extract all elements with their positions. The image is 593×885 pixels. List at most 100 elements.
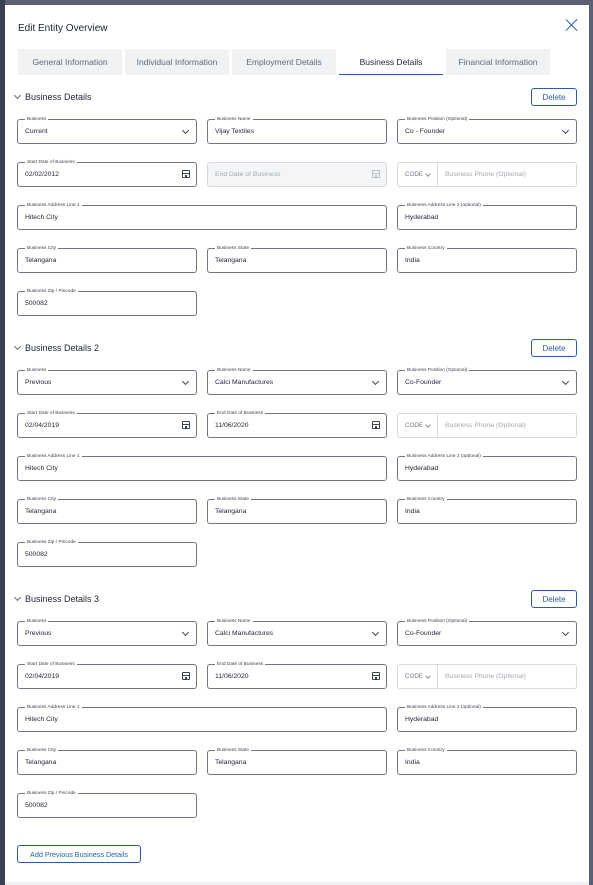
calendar-icon [372,170,380,178]
modal-header: Edit Entity Overview [5,5,589,49]
country-field[interactable]: Business Country India [397,747,577,775]
zip-field[interactable]: Business Zip / Pincode 500082 [17,539,197,567]
business-select[interactable]: Business Previous [17,367,197,395]
chevron-down-icon [425,170,431,177]
calendar-icon[interactable] [372,672,380,680]
calendar-icon[interactable] [182,421,190,429]
section-title: Business Details [25,92,92,102]
calendar-icon[interactable] [372,421,380,429]
field-placeholder: Business Phone (Optional) [445,422,526,429]
chevron-down-icon [181,377,190,386]
city-field[interactable]: Business City Telangana [17,747,197,775]
country-code-select[interactable]: CODE [398,163,438,186]
business-name-select[interactable]: Business Name Calci Manufactures [207,367,387,395]
state-field[interactable]: Business State Telangana [207,496,387,524]
start-date-field[interactable]: Start Date of Business 02/04/2019 [17,410,197,438]
tab-general-information[interactable]: General Information [18,49,122,75]
chevron-down-icon [13,91,22,100]
delete-button[interactable]: Delete [531,339,577,357]
business-name-field[interactable]: Business Name Vijay Textiles [207,116,387,144]
business-select[interactable]: Business Current [17,116,197,144]
tab-financial-information[interactable]: Financial Information [446,49,550,75]
chevron-down-icon [13,342,22,351]
section-toggle[interactable]: Business Details [13,89,92,105]
field-value: Co-Founder [405,630,442,637]
business-position-select[interactable]: Business Position (Optional) Co - Founde… [397,116,577,144]
zip-field[interactable]: Business Zip / Pincode 500082 [17,790,197,818]
business-phone-field[interactable]: CODE Business Phone (Optional) [397,664,577,689]
delete-button[interactable]: Delete [531,88,577,106]
calendar-icon[interactable] [182,672,190,680]
state-field[interactable]: Business State Telangana [207,747,387,775]
field-value: 500082 [25,300,48,307]
business-details-section: Business Details Delete Business Current… [5,88,589,319]
calendar-icon[interactable] [182,170,190,178]
state-field[interactable]: Business State Telangana [207,245,387,273]
country-code-select[interactable]: CODE [398,414,438,437]
field-label: Business Address Line 2 (optional) [405,704,483,711]
field-label: Business Zip / Pincode [25,790,78,797]
field-value: Previous [25,630,52,637]
start-date-field[interactable]: Start Date of Business 02/04/2019 [17,661,197,689]
address-line1-field[interactable]: Business Address Line 1 Hitech City [17,202,387,230]
field-value: Co-Founder [405,379,442,386]
field-label: Start Date of Business [25,159,77,166]
modal-title: Edit Entity Overview [18,23,108,34]
section-title: Business Details 2 [25,343,100,353]
field-label: Business Address Line 1 [25,202,82,209]
city-field[interactable]: Business City Telangana [17,245,197,273]
business-details-section: Business Details 2 Delete Business Previ… [5,339,589,570]
chevron-down-icon [181,126,190,135]
zip-field[interactable]: Business Zip / Pincode 500082 [17,288,197,316]
address-line1-field[interactable]: Business Address Line 1 Hitech City [17,704,387,732]
field-value: Telangana [215,257,247,264]
address-line2-field[interactable]: Business Address Line 2 (optional) Hyder… [397,453,577,481]
end-date-field[interactable]: End Date of Business 11/06/2020 [207,661,387,689]
field-value: Hyderabad [405,214,439,221]
field-value: 11/06/2020 [215,673,249,680]
field-label: Business Address Line 2 (optional) [405,202,483,209]
field-label: Start Date of Business [25,661,77,668]
field-label: Business Name [215,116,253,123]
country-field[interactable]: Business Country India [397,245,577,273]
field-label: Business Position (Optional) [405,367,470,374]
close-icon[interactable] [564,17,580,33]
tab-employment-details[interactable]: Employment Details [232,49,336,75]
field-label: Business [25,618,49,625]
end-date-field[interactable]: End Date of Business 11/06/2020 [207,410,387,438]
business-select[interactable]: Business Previous [17,618,197,646]
section-title: Business Details 3 [25,594,100,604]
field-value: Telangana [215,759,247,766]
field-label: Business [25,116,49,123]
business-name-select[interactable]: Business Name Calci Manufactures [207,618,387,646]
section-toggle[interactable]: Business Details 3 [13,591,100,607]
business-phone-field[interactable]: CODE Business Phone (Optional) [397,162,577,187]
business-details-section: Business Details 3 Delete Business Previ… [5,590,589,821]
field-label: Business Name [215,367,253,374]
field-value: Hitech City [25,716,58,723]
business-position-select[interactable]: Business Position (Optional) Co-Founder [397,367,577,395]
address-line2-field[interactable]: Business Address Line 2 (optional) Hyder… [397,704,577,732]
field-value: India [405,257,420,264]
field-label: Business Position (Optional) [405,618,470,625]
chevron-down-icon [181,628,190,637]
tab-individual-information[interactable]: Individual Information [125,49,229,75]
address-line2-field[interactable]: Business Address Line 2 (optional) Hyder… [397,202,577,230]
start-date-field[interactable]: Start Date of Business 02/02/2012 [17,159,197,187]
field-value: 02/02/2012 [25,171,60,178]
add-previous-business-button[interactable]: Add Previous Business Details [17,845,141,863]
chevron-down-icon [561,628,570,637]
tab-business-details[interactable]: Business Details [339,49,443,75]
address-line1-field[interactable]: Business Address Line 1 Hitech City [17,453,387,481]
delete-button[interactable]: Delete [531,590,577,608]
business-position-select[interactable]: Business Position (Optional) Co-Founder [397,618,577,646]
field-value: Calci Manufactures [215,379,274,386]
city-field[interactable]: Business City Telangana [17,496,197,524]
country-field[interactable]: Business Country India [397,496,577,524]
field-label: Business Address Line 1 [25,453,82,460]
field-label: Business Zip / Pincode [25,539,78,546]
section-toggle[interactable]: Business Details 2 [13,340,100,356]
business-phone-field[interactable]: CODE Business Phone (Optional) [397,413,577,438]
chevron-down-icon [561,377,570,386]
country-code-select[interactable]: CODE [398,665,438,688]
